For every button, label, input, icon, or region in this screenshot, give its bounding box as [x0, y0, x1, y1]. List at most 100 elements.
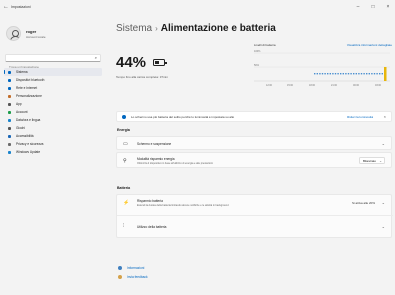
chevron-down-icon: ⌄ — [381, 223, 385, 229]
graph-label: Livelli di batteria — [254, 43, 276, 47]
sidebar-item-label: Personalizzazione — [16, 94, 42, 98]
graph-point — [316, 73, 318, 75]
window-controls: – □ × — [355, 4, 391, 10]
divider — [117, 215, 393, 216]
sidebar-item[interactable]: Dispositivi bluetooth — [4, 76, 102, 84]
power-mode-dropdown[interactable]: Bilanciato ⌄ — [359, 157, 385, 164]
title-bar: ← Impostazioni – □ × — [0, 0, 395, 16]
sidebar-item-label: Privacy e sicurezza — [16, 142, 44, 146]
graph-point — [340, 73, 342, 75]
help-links: Informazioni Invia feedback — [118, 263, 148, 281]
sidebar-item-label: Giochi — [16, 126, 26, 130]
minimize-button[interactable]: – — [355, 4, 361, 10]
window-title: Impostazioni — [11, 5, 31, 9]
sidebar-item-icon — [8, 134, 11, 138]
sidebar-item-icon — [8, 94, 11, 98]
sidebar-item[interactable]: Personalizzazione — [4, 92, 102, 100]
sidebar-item[interactable]: Rete e Internet — [4, 84, 102, 92]
chevron-down-icon: ⌄ — [381, 199, 385, 205]
sidebar-item-icon — [8, 86, 11, 90]
breadcrumb-parent[interactable]: Sistema — [116, 23, 152, 34]
sidebar-item-label: Data/ora e lingua — [16, 118, 41, 122]
back-arrow-icon[interactable]: ← — [3, 4, 9, 10]
section-title-batteria: Batteria — [117, 186, 131, 190]
sidebar-item[interactable]: Privacy e sicurezza — [4, 140, 102, 148]
graph-x-tick: 15:00 — [287, 84, 294, 87]
sidebar-item-icon — [8, 70, 11, 74]
close-button[interactable]: × — [385, 4, 391, 10]
graph-point — [327, 73, 329, 75]
feedback-icon — [118, 274, 122, 279]
graph-point — [358, 73, 360, 75]
graph-x-tick: 12:00 — [266, 84, 273, 87]
graph-point — [379, 73, 381, 75]
reduce-brightness-button[interactable]: Riduci la luminosità — [347, 115, 373, 119]
chevron-down-icon: ⌄ — [379, 158, 382, 163]
charge-estimate: Tempo fino alla carica completa: 37min — [116, 75, 168, 79]
sidebar-item-icon — [8, 78, 11, 82]
sidebar-item[interactable]: App — [4, 100, 102, 108]
sidebar-item-icon — [8, 118, 11, 122]
brightness-notice: Lo schermo usa più batteria del solito p… — [116, 111, 392, 122]
graph-x-tick: 18:00 — [309, 84, 316, 87]
graph-point — [345, 73, 347, 75]
graph-point — [371, 73, 373, 75]
graph-y-tick: 50% — [254, 64, 260, 67]
monitor-icon: ▭ — [123, 140, 128, 147]
sidebar-item[interactable]: Windows Update — [4, 148, 102, 156]
user-profile[interactable]: roger Account locale — [6, 26, 46, 41]
sidebar-item-label: Account — [16, 110, 28, 114]
sidebar-item[interactable]: Giochi — [4, 124, 102, 132]
sidebar-item-label: App — [16, 102, 22, 106]
graph-details-link[interactable]: Visualizza informazioni dettagliate — [347, 43, 392, 47]
graph-point — [381, 73, 383, 75]
battery-level-graph[interactable]: 100% 50% 12:00 15:00 18:00 21:00 00:00 0… — [254, 49, 390, 93]
info-icon — [122, 114, 126, 119]
battery-status: 44% — [116, 54, 167, 71]
notice-text: Lo schermo usa più batteria del solito p… — [131, 114, 235, 119]
feedback-link-label: Invia feedback — [127, 274, 148, 279]
battery-saver-title: Risparmio batteria — [137, 199, 163, 203]
graph-point — [329, 73, 331, 75]
screen-sleep-card[interactable]: ▭ Schermo e sospensione ⌄ — [116, 136, 392, 150]
sidebar-item[interactable]: Account — [4, 108, 102, 116]
graph-point — [350, 73, 352, 75]
usage-chart-icon: ⫶ — [123, 223, 125, 229]
graph-x-tick: 03:00 — [375, 84, 382, 87]
graph-point — [368, 73, 370, 75]
search-icon[interactable]: ⌕ — [95, 55, 97, 60]
help-link[interactable]: Informazioni — [118, 263, 148, 272]
power-mode-icon: ⚲ — [123, 157, 127, 164]
graph-current-bar — [384, 67, 387, 81]
sidebar-item[interactable]: Data/ora e lingua — [4, 116, 102, 124]
sidebar-item-label: Rete e Internet — [16, 86, 38, 90]
maximize-button[interactable]: □ — [370, 4, 376, 10]
graph-point — [355, 73, 357, 75]
sidebar-item-label: Accessibilità — [16, 134, 34, 138]
graph-point — [337, 73, 339, 75]
sidebar-item-label: Dispositivi bluetooth — [16, 78, 45, 82]
power-mode-description: Ottimizza il dispositivo in base all'uti… — [137, 161, 213, 165]
battery-settings-card: ⚡ Risparmio batteria Estendi la durata d… — [116, 194, 393, 238]
sidebar-item[interactable]: Accessibilità — [4, 132, 102, 140]
sidebar-item[interactable]: Sistema — [4, 68, 102, 76]
graph-point — [321, 73, 324, 75]
graph-y-tick: 100% — [254, 50, 261, 53]
sidebar: roger Account locale ⌕ Sistema Dispositiv… — [0, 16, 108, 295]
graph-point — [373, 73, 376, 75]
graph-point — [342, 73, 344, 75]
avatar — [6, 26, 21, 41]
sidebar-item-label: Sistema — [16, 70, 28, 74]
close-notice-icon[interactable]: × — [384, 114, 386, 119]
breadcrumb: Sistema › Alimentazione e batteria — [116, 23, 276, 34]
help-icon — [118, 265, 122, 270]
power-mode-card: ⚲ Modalità risparmio energia Ottimizza i… — [116, 152, 392, 168]
sidebar-item-icon — [8, 126, 11, 130]
feedback-link[interactable]: Invia feedback — [118, 272, 148, 281]
user-name: roger — [26, 28, 37, 34]
graph-point — [324, 73, 326, 75]
graph-point — [366, 73, 368, 75]
main-content: Sistema › Alimentazione e batteria 44% Tem… — [116, 16, 393, 295]
breadcrumb-separator: › — [155, 24, 158, 33]
user-account-type: Account locale — [26, 34, 46, 39]
